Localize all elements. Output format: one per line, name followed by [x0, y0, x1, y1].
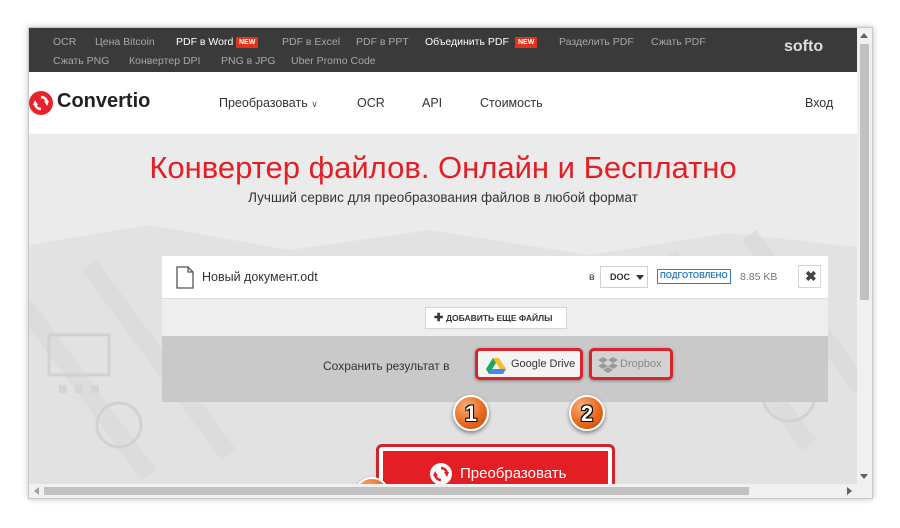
top-link-compress-png[interactable]: Сжать PNG	[53, 55, 109, 67]
remove-file-button[interactable]: ✖	[798, 265, 821, 288]
dropbox-label: Dropbox	[620, 358, 662, 370]
google-drive-button[interactable]: Google Drive	[475, 348, 583, 380]
top-link-bitcoin[interactable]: Цена Bitcoin	[95, 36, 155, 48]
softo-logo[interactable]: softo	[784, 38, 823, 56]
browser-viewport: OCR Цена Bitcoin PDF в Word NEW PDF в Ex…	[28, 27, 873, 499]
hero-section: Конвертер файлов. Онлайн и Бесплатно Луч…	[29, 135, 857, 498]
nav-convert-menu[interactable]: Преобразовать ∨	[219, 96, 318, 110]
step-number: 1	[464, 401, 478, 426]
plus-icon: ✚	[434, 312, 444, 324]
save-destination-row: Сохранить результат в Google Drive Dropb…	[162, 336, 828, 402]
caret-down-icon	[636, 275, 644, 280]
step-marker-2: 2	[569, 395, 605, 431]
top-link-split-pdf[interactable]: Разделить PDF	[559, 36, 634, 48]
top-link-dpi[interactable]: Конвертер DPI	[129, 55, 200, 67]
top-links-bar: OCR Цена Bitcoin PDF в Word NEW PDF в Ex…	[29, 28, 857, 72]
add-more-files-button[interactable]: ✚ ДОБАВИТЬ ЕЩЕ ФАЙЛЫ	[425, 307, 567, 329]
scroll-left-icon[interactable]	[34, 487, 39, 495]
nav-pricing[interactable]: Стоимость	[480, 96, 543, 110]
step-marker-1: 1	[453, 395, 489, 431]
top-link-uber[interactable]: Uber Promo Code	[291, 55, 376, 67]
format-select[interactable]: DOC	[600, 266, 648, 288]
file-icon	[176, 266, 194, 289]
convert-label: Преобразовать	[460, 465, 567, 482]
horizontal-scroll-thumb[interactable]	[44, 487, 749, 495]
file-name: Новый документ.odt	[202, 270, 318, 284]
scroll-up-icon[interactable]	[860, 33, 868, 38]
nav-login[interactable]: Вход	[805, 96, 833, 110]
top-link-compress-pdf[interactable]: Сжать PDF	[651, 36, 706, 48]
status-badge: ПОДГОТОВЛЕНО	[657, 269, 731, 284]
new-badge: NEW	[515, 37, 538, 48]
top-link-png-jpg[interactable]: PNG в JPG	[221, 55, 276, 67]
dropbox-icon	[598, 357, 618, 373]
to-label: в	[589, 271, 595, 283]
file-panel: Новый документ.odt в DOC ПОДГОТОВЛЕНО 8.…	[162, 256, 828, 402]
hero-subtitle: Лучший сервис для преобразования файлов …	[248, 190, 638, 205]
add-more-files-label: ДОБАВИТЬ ЕЩЕ ФАЙЛЫ	[446, 313, 553, 323]
nav-convert-label: Преобразовать	[219, 96, 308, 110]
file-size: 8.85 KB	[740, 271, 778, 283]
chevron-down-icon: ∨	[311, 99, 318, 109]
new-badge: NEW	[236, 37, 259, 48]
vertical-scroll-thumb[interactable]	[860, 44, 869, 300]
convertio-logo-text[interactable]: Convertio	[57, 90, 150, 113]
scroll-down-icon[interactable]	[860, 474, 868, 479]
close-icon: ✖	[805, 268, 817, 284]
convert-icon	[430, 463, 452, 485]
top-link-ocr[interactable]: OCR	[53, 36, 76, 48]
format-value: DOC	[610, 272, 630, 282]
top-link-pdf-word[interactable]: PDF в Word	[176, 36, 233, 48]
add-files-row: ✚ ДОБАВИТЬ ЕЩЕ ФАЙЛЫ	[162, 298, 828, 337]
scroll-right-icon[interactable]	[847, 487, 852, 495]
dropbox-button[interactable]: Dropbox	[589, 348, 673, 380]
nav-api[interactable]: API	[422, 96, 442, 110]
main-navbar: Convertio Преобразовать ∨ OCR API Стоимо…	[29, 72, 857, 135]
hero-title: Конвертер файлов. Онлайн и Бесплатно	[149, 150, 737, 185]
file-row: Новый документ.odt в DOC ПОДГОТОВЛЕНО 8.…	[162, 256, 828, 298]
nav-ocr[interactable]: OCR	[357, 96, 385, 110]
top-link-pdf-excel[interactable]: PDF в Excel	[282, 36, 340, 48]
save-result-label: Сохранить результат в	[323, 359, 450, 373]
step-number: 2	[580, 401, 594, 426]
google-drive-label: Google Drive	[511, 358, 576, 370]
google-drive-icon	[486, 358, 506, 374]
top-link-pdf-ppt[interactable]: PDF в PPT	[356, 36, 409, 48]
convertio-logo-icon[interactable]	[29, 91, 53, 115]
top-link-merge-pdf[interactable]: Объединить PDF	[425, 36, 509, 48]
